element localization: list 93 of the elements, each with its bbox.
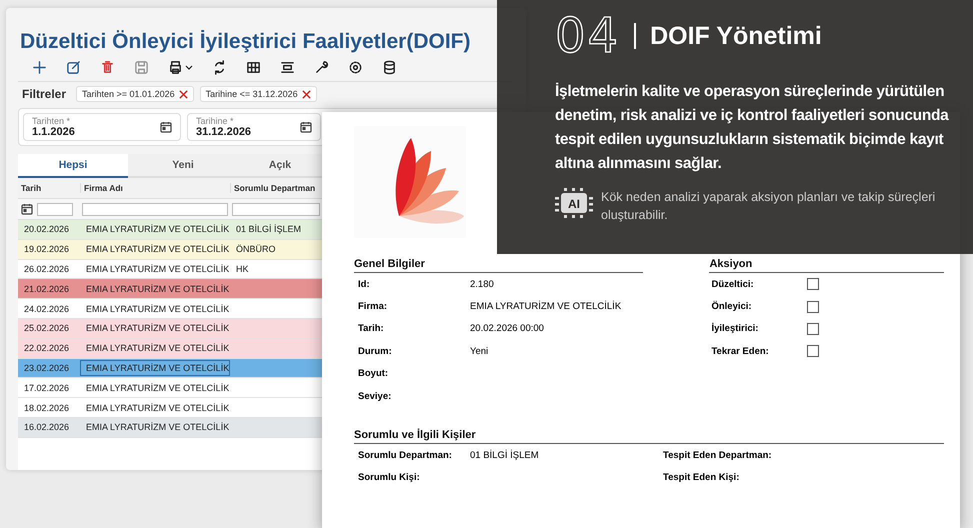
field-label: Id: xyxy=(358,278,371,290)
panel-description: İşletmelerin kalite ve operasyon süreçlerinde yürütülen denetim, risk analizi ve iç kontrol faaliyetleri sonucunda tespit edilen uygunsuzlukların sistematik biçimde kayıt altına alınmasını sağlar. xyxy=(555,82,950,174)
wrench-icon[interactable] xyxy=(314,60,329,75)
department-cell-text: 01 BİLGİ İŞLEM xyxy=(235,223,302,236)
company-cell-text: EMIA LYRATURİZM VE OTELCİLİK xyxy=(85,302,230,316)
table-row[interactable]: 22.02.2026 EMIA LYRATURİZM VE OTELCİLİK xyxy=(18,338,322,359)
filter-input[interactable] xyxy=(232,202,320,216)
edit-icon[interactable] xyxy=(66,60,81,75)
filter-input[interactable] xyxy=(37,202,73,216)
field-label: Sorumlu Kişi: xyxy=(358,472,421,484)
close-icon[interactable] xyxy=(178,90,188,98)
field-value: 2.180 xyxy=(470,278,494,290)
table-row[interactable]: 26.02.2026 EMIA LYRATURİZM VE OTELCİLİK HK xyxy=(18,260,322,280)
date-cell-text: 24.02.2026 xyxy=(23,302,70,316)
date-cell-text: 20.02.2026 xyxy=(23,223,70,236)
department-cell-text: HK xyxy=(235,262,250,276)
date-cell-text: 16.02.2026 xyxy=(23,421,70,434)
field-label: Seviye: xyxy=(358,390,392,402)
field-label: Sorumlu Departman: xyxy=(358,450,453,462)
field-label: Tarih: xyxy=(358,323,385,334)
checkbox[interactable] xyxy=(807,278,820,290)
date-field[interactable]: Tarihten * 1.1.2026 xyxy=(23,113,181,141)
checkbox[interactable] xyxy=(807,322,820,335)
field-label: Tekrar Eden: xyxy=(711,346,770,357)
field-label: Firma: xyxy=(358,301,388,312)
checkbox[interactable] xyxy=(807,345,820,358)
layout-icon[interactable] xyxy=(280,60,295,75)
table-row[interactable]: 16.02.2026 EMIA LYRATURİZM VE OTELCİLİK xyxy=(18,418,322,438)
table-row[interactable]: 21.02.2026 EMIA LYRATURİZM VE OTELCİLİK xyxy=(18,279,322,300)
print-icon[interactable] xyxy=(168,60,183,75)
calendar-icon[interactable] xyxy=(160,121,172,133)
field-value: 20.02.2026 00:00 xyxy=(470,323,544,334)
field-label: Tespit Eden Departman: xyxy=(663,450,773,462)
tab[interactable]: Yeni xyxy=(128,154,238,178)
date-cell-text: 19.02.2026 xyxy=(23,243,70,256)
checkbox[interactable] xyxy=(807,300,820,313)
filters-label: Filtreler xyxy=(22,87,66,101)
table-row[interactable]: 19.02.2026 EMIA LYRATURİZM VE OTELCİLİK ÖNBÜRO xyxy=(18,240,322,260)
company-cell-text: EMIA LYRATURİZM VE OTELCİLİK xyxy=(85,382,230,395)
date-cell-text: 21.02.2026 xyxy=(23,282,70,296)
tab[interactable]: Hepsi xyxy=(18,154,128,178)
date-cell-text: 18.02.2026 xyxy=(23,402,70,415)
database-icon[interactable] xyxy=(382,60,397,75)
column-header: Tarih xyxy=(20,183,42,193)
section-heading: Sorumlu ve İlgili Kişiler xyxy=(354,429,944,444)
table-row[interactable]: 23.02.2026 EMIA LYRATURİZM VE OTELCİLİK xyxy=(18,358,322,378)
close-icon[interactable] xyxy=(302,90,311,98)
calendar-icon[interactable] xyxy=(300,121,312,133)
field-value: EMIA LYRATURİZM VE OTELCİLİK xyxy=(470,301,622,312)
calendar-icon[interactable] xyxy=(21,203,33,215)
table-row[interactable]: 25.02.2026 EMIA LYRATURİZM VE OTELCİLİK xyxy=(18,318,322,339)
company-cell-text: EMIA LYRATURİZM VE OTELCİLİK xyxy=(85,421,230,434)
date-cell-text: 23.02.2026 xyxy=(23,362,70,375)
caret-icon[interactable] xyxy=(185,64,193,72)
filter-input[interactable] xyxy=(82,202,228,216)
field-label: Tespit Eden Kişi: xyxy=(663,472,740,484)
field-value: Yeni xyxy=(470,346,488,357)
section-heading: Genel Bilgiler xyxy=(354,258,644,273)
field-label: Düzeltici: xyxy=(711,278,755,290)
date-cell-text: 17.02.2026 xyxy=(23,382,70,395)
company-cell-text: EMIA LYRATURİZM VE OTELCİLİK xyxy=(85,262,230,276)
panel-title: DOIF Yönetimi xyxy=(650,22,822,50)
field-label: Boyut: xyxy=(358,368,390,380)
company-cell-text: EMIA LYRATURİZM VE OTELCİLİK xyxy=(85,223,230,236)
spreadsheet-icon[interactable] xyxy=(246,60,261,75)
company-cell-text: EMIA LYRATURİZM VE OTELCİLİK xyxy=(85,243,230,256)
add-icon[interactable] xyxy=(32,60,47,75)
save-icon[interactable] xyxy=(134,60,149,75)
company-cell-text: EMIA LYRATURİZM VE OTELCİLİK xyxy=(85,342,230,356)
step-number: 04 xyxy=(555,8,620,64)
company-cell-text: EMIA LYRATURİZM VE OTELCİLİK xyxy=(85,322,230,336)
refresh-icon[interactable] xyxy=(212,60,227,75)
field-value: 01 BİLGİ İŞLEM xyxy=(470,450,539,462)
company-cell-text: EMIA LYRATURİZM VE OTELCİLİK xyxy=(85,282,230,296)
date-cell-text: 25.02.2026 xyxy=(23,322,70,336)
table-row[interactable]: 20.02.2026 EMIA LYRATURİZM VE OTELCİLİK 01 BİLGİ İŞLEM xyxy=(18,220,322,240)
date-cell-text: 22.02.2026 xyxy=(23,342,70,356)
field-label: Önleyici: xyxy=(711,301,753,312)
tab[interactable]: Açık xyxy=(238,154,322,178)
filter-chip[interactable]: Tarihten >= 01.01.2026 xyxy=(76,86,194,102)
company-cell: EMIA LYRATURİZM VE OTELCİLİK xyxy=(80,360,230,376)
section-heading: Aksiyon xyxy=(709,258,944,273)
field-label: Durum: xyxy=(358,346,393,357)
delete-icon[interactable] xyxy=(100,60,115,75)
column-header: Firma Adı xyxy=(80,183,230,193)
department-cell-text: ÖNBÜRO xyxy=(235,243,277,256)
filter-chip[interactable]: Tarihine <= 31.12.2026 xyxy=(200,86,317,102)
date-cell-text: 26.02.2026 xyxy=(23,262,70,276)
date-field[interactable]: Tarihine * 31.12.2026 xyxy=(187,113,321,141)
ai-note: Kök neden analizi yaparak aksiyon planları ve takip süreçleri oluşturabilir. xyxy=(601,189,936,224)
page-title: Düzeltici Önleyici İyileştirici Faaliyetler(DOIF) xyxy=(20,30,472,54)
field-label: İyileştirici: xyxy=(711,323,760,334)
company-cell-text: EMIA LYRATURİZM VE OTELCİLİK xyxy=(85,402,230,415)
